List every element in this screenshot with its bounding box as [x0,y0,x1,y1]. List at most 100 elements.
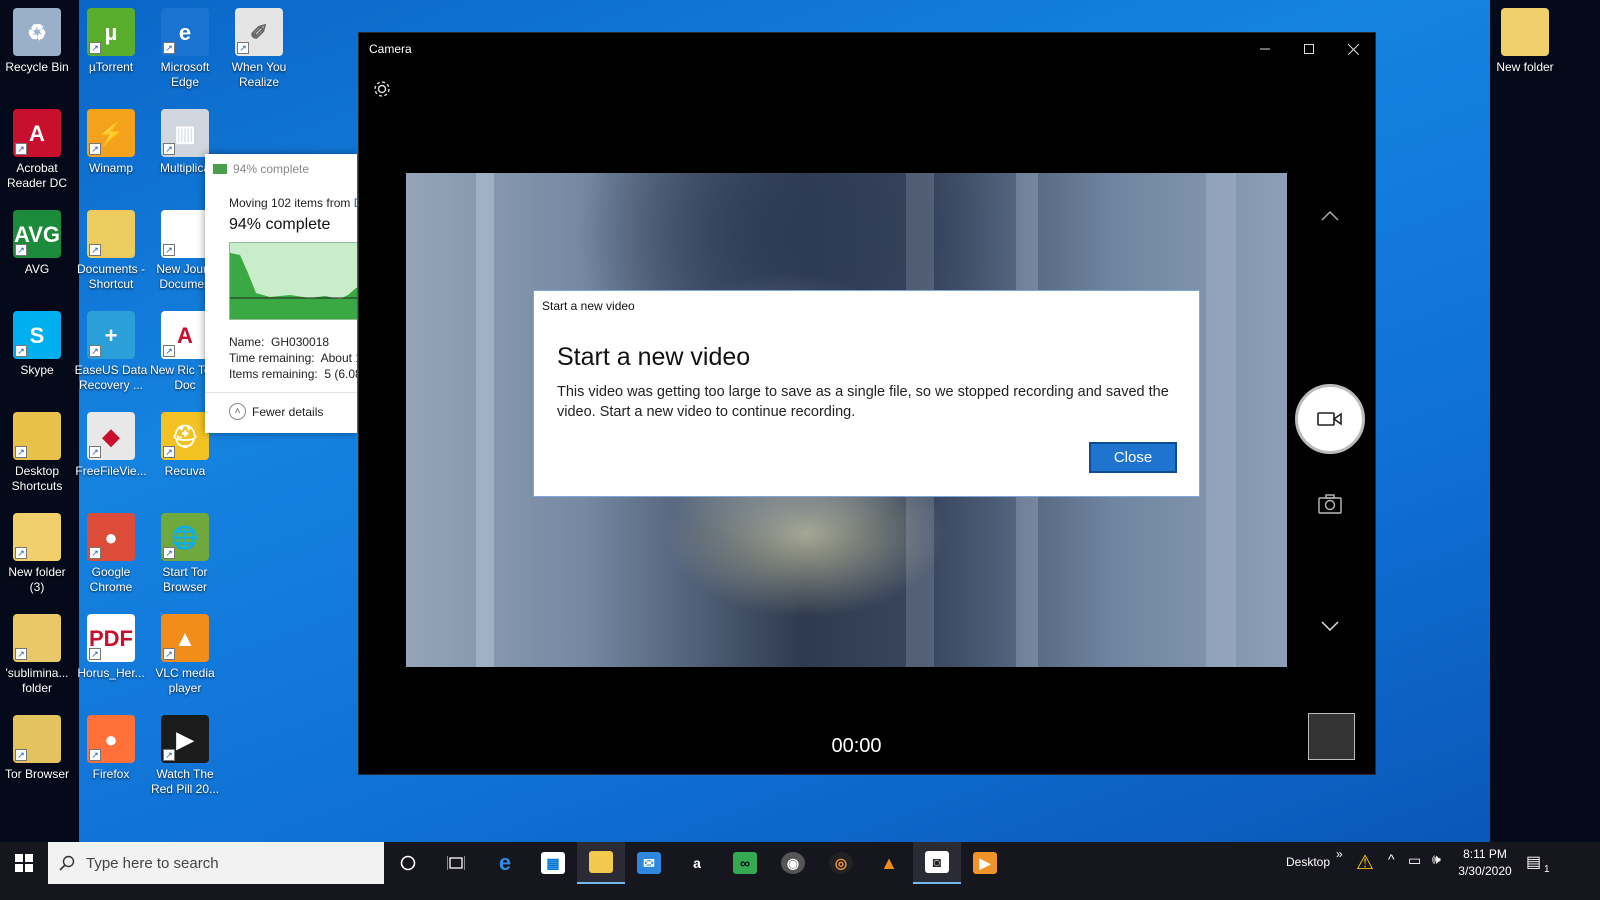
taskbar-vlc[interactable]: ▲ [865,842,913,884]
system-clock[interactable]: 8:11 PM 3/30/2020 [1450,846,1520,880]
desktop-icon[interactable]: ♻ Recycle Bin [0,8,74,75]
desktop-icon[interactable]: e ↗ Microsoft Edge [148,8,222,90]
windows-logo-icon [15,854,33,872]
scroll-down-button[interactable] [1315,611,1345,641]
desktop-icon-new-folder[interactable]: New folder [1488,8,1562,75]
taskbar-media-player[interactable]: ▶ [961,842,1009,884]
disc-icon: ◉ [781,852,805,874]
video-camera-icon [1317,412,1342,426]
chevron-up-icon [1321,211,1339,221]
desktop-icon[interactable]: ↗ Tor Browser [0,715,74,782]
desktop-icon[interactable]: + ↗ EaseUS Data Recovery ... [74,311,148,393]
folder-icon: ↗ [87,210,135,258]
taskbar-edge[interactable]: e [481,842,529,884]
taskbar-app-disc[interactable]: ◉ [769,842,817,884]
preview-highlight [476,173,494,667]
folder-icon: ↗ [13,513,61,561]
firefox-icon: ● ↗ [87,715,135,763]
shortcut-arrow-icon: ↗ [15,446,27,458]
scroll-up-button[interactable] [1315,201,1345,231]
skype-icon: S ↗ [13,311,61,359]
tor-icon: 🌐 ↗ [161,513,209,561]
taskbar-file-explorer[interactable] [577,842,625,884]
recycle-bin-icon: ♻ [13,8,61,56]
chrome-icon: ● ↗ [87,513,135,561]
desktop-icon[interactable]: AVG ↗ AVG [0,210,74,277]
shortcut-arrow-icon: ↗ [163,648,175,660]
shortcut-arrow-icon: ↗ [89,749,101,761]
acrobat-icon: A ↗ [13,109,61,157]
desktop-icon[interactable]: ↗ New folder (3) [0,513,74,595]
shortcut-arrow-icon: ↗ [89,42,101,54]
folder-icon [1501,8,1549,56]
edge-icon: e [498,850,512,875]
toolbar-expand-chevrons[interactable]: » [1336,847,1343,861]
mail-icon: ✉ [637,852,661,874]
minimize-button[interactable] [1242,33,1287,65]
destination-link[interactable]: D [354,196,357,210]
task-view-button[interactable] [432,842,480,884]
desktop-toolbar-label[interactable]: Desktop [1286,855,1330,869]
folder-icon: ↗ [13,614,61,662]
file-move-progress-dialog[interactable]: 94% complete Moving 102 items from D 94%… [205,154,357,433]
desktop-icon[interactable]: 🌐 ↗ Start Tor Browser [148,513,222,595]
close-window-button[interactable] [1331,33,1376,65]
desktop-icon[interactable]: ↗ Documents - Shortcut [74,210,148,292]
shortcut-arrow-icon: ↗ [163,143,175,155]
desktop-icon[interactable]: PDF ↗ Horus_Her... [74,614,148,681]
moving-items-text: Moving 102 items from D [205,182,357,210]
amazon-icon: a [693,855,701,871]
taskbar-store[interactable]: ▦ [529,842,577,884]
dialog-message: This video was getting too large to save… [557,384,1169,420]
show-hidden-icons-chevron-icon[interactable]: ^ [1388,851,1395,867]
camera-icon: ◙ [925,851,949,873]
desktop-icon[interactable]: µ ↗ µTorrent [74,8,148,75]
last-capture-thumbnail[interactable] [1308,713,1355,760]
warning-icon[interactable]: ⚠ [1356,850,1374,875]
start-new-video-dialog[interactable]: Start a new video Start a new video This… [533,290,1200,497]
dialog-title: Start a new video [542,299,635,313]
taskbar-mail[interactable]: ✉ [625,842,673,884]
desktop-icon[interactable]: ▲ ↗ VLC media player [148,614,222,696]
shortcut-arrow-icon: ↗ [15,143,27,155]
action-center-icon[interactable]: ▤ [1526,852,1541,872]
desktop-icon[interactable]: ⚡ ↗ Winamp [74,109,148,176]
document-icon: ↗ [161,210,209,258]
search-input[interactable]: Type here to search [48,842,384,884]
cortana-button[interactable] [384,842,432,884]
close-button[interactable]: Close [1089,442,1177,473]
desktop-icon[interactable]: ▶ ↗ Watch The Red Pill 20... [148,715,222,797]
minimize-icon [1259,48,1270,50]
taskbar-tripadvisor[interactable]: ∞ [721,842,769,884]
desktop-icon-when-you-realize[interactable]: ✐ ↗ When You Realize [222,8,296,90]
taskbar-app-color[interactable]: ◎ [817,842,865,884]
desktop-icon[interactable]: ● ↗ Google Chrome [74,513,148,595]
fewer-details-button[interactable]: ˄ Fewer details [229,403,323,420]
window-title: Camera [369,42,412,56]
desktop-icon[interactable]: A ↗ Acrobat Reader DC [0,109,74,191]
volume-icon[interactable]: 🕪 [1432,851,1441,868]
winamp-icon: ⚡ ↗ [87,109,135,157]
desktop-icon[interactable]: ● ↗ Firefox [74,715,148,782]
avg-icon: AVG ↗ [13,210,61,258]
preview-highlight [1206,173,1236,667]
settings-button[interactable] [371,78,393,100]
shortcut-arrow-icon: ↗ [163,244,175,256]
transfer-speed-graph [229,242,357,320]
video-file-icon: ▶ ↗ [161,715,209,763]
desktop-icon[interactable]: ↗ Desktop Shortcuts [0,412,74,494]
start-button[interactable] [0,842,48,884]
desktop-icon[interactable]: ↗'sublimina... folder [0,614,74,696]
progress-dialog-header: 94% complete [205,154,357,182]
maximize-button[interactable] [1286,33,1331,65]
taskbar-camera[interactable]: ◙ [913,842,961,884]
record-video-button[interactable] [1295,384,1365,454]
taskbar-amazon[interactable]: a [673,842,721,884]
photo-mode-button[interactable] [1315,489,1345,519]
dialog-divider [205,392,357,393]
rtf-document-icon: A ↗ [161,311,209,359]
desktop-icon[interactable]: ◆ ↗ FreeFileVie... [74,412,148,479]
desktop-icon[interactable]: S ↗ Skype [0,311,74,378]
battery-icon[interactable]: ▭ [1408,852,1421,869]
shortcut-arrow-icon: ↗ [15,547,27,559]
